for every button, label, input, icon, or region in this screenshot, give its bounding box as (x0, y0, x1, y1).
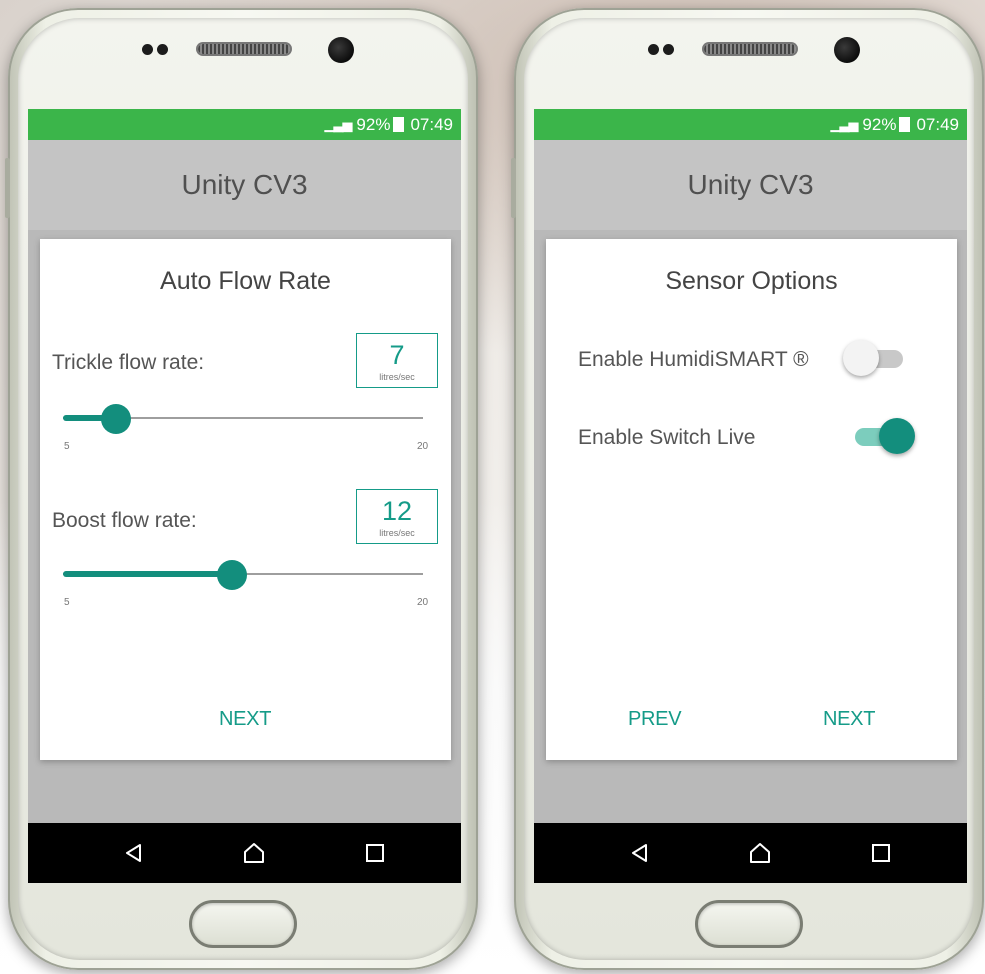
screen: ▁▃▅ 92% 07:49 Unity CV3 Sensor Options E… (534, 109, 967, 883)
boost-min-tick: 5 (64, 597, 70, 608)
trickle-min-tick: 5 (64, 441, 70, 452)
volume-key (5, 158, 10, 218)
boost-value: 12 (381, 496, 413, 526)
app-title: Unity CV3 (181, 169, 308, 200)
card-title: Sensor Options (665, 267, 838, 295)
toggle-knob (879, 418, 915, 454)
earpiece-speaker (198, 44, 290, 54)
auto-flow-rate-card: Auto Flow Rate Trickle flow rate: 7 litr… (40, 239, 451, 760)
trickle-unit: litres/sec (379, 372, 415, 382)
slider-thumb[interactable] (217, 560, 248, 590)
boost-unit: litres/sec (379, 528, 415, 538)
trickle-value-box: 7 litres/sec (356, 333, 438, 388)
card-title: Auto Flow Rate (160, 267, 331, 295)
humidismart-toggle[interactable] (843, 339, 907, 379)
battery-percent: 92% (862, 114, 897, 134)
trickle-value: 7 (389, 340, 405, 370)
back-icon[interactable] (610, 823, 670, 883)
switch-live-label: Enable Switch Live (578, 426, 756, 449)
volume-key (511, 158, 516, 218)
app-bar: Unity CV3 (28, 140, 461, 230)
app-bar: Unity CV3 (534, 140, 967, 230)
proximity-sensor (648, 42, 678, 56)
signal-icon: ▁▃▅ (324, 116, 352, 132)
recents-icon[interactable] (851, 823, 911, 883)
humidismart-label: Enable HumidiSMART ® (578, 348, 809, 371)
phone-right: ▁▃▅ 92% 07:49 Unity CV3 Sensor Options E… (511, 8, 984, 970)
signal-icon: ▁▃▅ (830, 116, 858, 132)
front-camera (834, 37, 860, 63)
android-nav-bar (28, 823, 461, 883)
switch-live-toggle[interactable] (851, 417, 915, 457)
boost-max-tick: 20 (417, 597, 429, 608)
trickle-flow-label: Trickle flow rate: (52, 351, 205, 374)
clock: 07:49 (410, 114, 453, 134)
physical-home-button[interactable] (189, 900, 297, 948)
boost-value-box: 12 litres/sec (356, 489, 438, 544)
trickle-max-tick: 20 (417, 441, 429, 452)
prev-button[interactable]: PREV (628, 708, 682, 731)
app-title: Unity CV3 (687, 169, 814, 200)
home-icon[interactable] (730, 823, 790, 883)
battery-icon (393, 117, 405, 132)
home-icon[interactable] (224, 823, 284, 883)
phone-left: ▁▃▅ 92% 07:49 Unity CV3 Auto Flow Rate T… (5, 8, 478, 970)
slider-thumb[interactable] (100, 404, 131, 434)
toggle-knob (843, 340, 879, 376)
battery-icon (899, 117, 911, 132)
boost-flow-label: Boost flow rate: (52, 509, 197, 532)
android-nav-bar (534, 823, 967, 883)
screen: ▁▃▅ 92% 07:49 Unity CV3 Auto Flow Rate T… (28, 109, 461, 883)
slider-fill (63, 571, 233, 577)
next-button[interactable]: NEXT (823, 708, 875, 731)
next-button[interactable]: NEXT (219, 708, 271, 731)
boost-slider[interactable] (63, 560, 423, 590)
sensor-options-card: Sensor Options Enable HumidiSMART ® Enab… (546, 239, 957, 760)
back-icon[interactable] (104, 823, 164, 883)
status-bar: ▁▃▅ 92% 07:49 (28, 109, 461, 140)
front-camera (328, 37, 354, 63)
proximity-sensor (142, 42, 172, 56)
physical-home-button[interactable] (695, 900, 803, 948)
earpiece-speaker (704, 44, 796, 54)
clock: 07:49 (916, 114, 959, 134)
status-bar: ▁▃▅ 92% 07:49 (534, 109, 967, 140)
recents-icon[interactable] (345, 823, 405, 883)
trickle-slider[interactable] (63, 404, 423, 434)
battery-percent: 92% (356, 114, 391, 134)
